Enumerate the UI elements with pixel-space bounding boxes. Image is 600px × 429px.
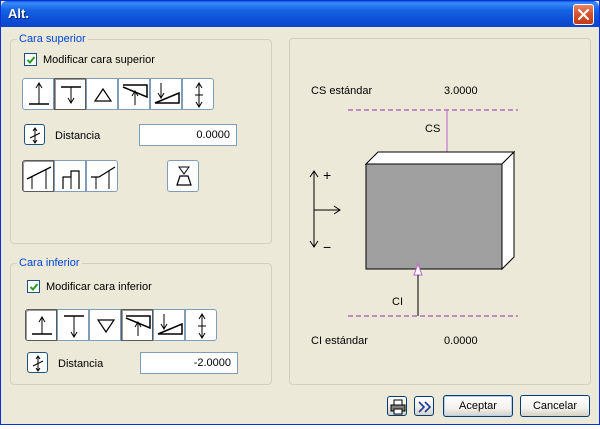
box-side-face xyxy=(501,150,515,271)
top-tool-button-2[interactable] xyxy=(54,78,86,110)
modify-top-face-checkbox-row[interactable]: Modificar cara superior xyxy=(24,53,155,66)
slope-down-icon xyxy=(157,314,183,335)
bottom-tool-button-3[interactable] xyxy=(89,309,121,341)
window-title: Alt. xyxy=(8,6,29,21)
top-distance-button[interactable] xyxy=(24,124,45,145)
partial-slope-icon xyxy=(91,166,116,189)
bottom-distance-button[interactable] xyxy=(27,352,48,373)
axis-minus-sign: − xyxy=(323,239,332,255)
top-tool-button-6[interactable] xyxy=(182,78,214,110)
checkmark-icon xyxy=(29,283,39,291)
title-bar[interactable]: Alt. xyxy=(1,1,599,27)
cs-marker-label: CS xyxy=(425,123,441,135)
triangle-down-icon xyxy=(96,319,116,334)
checkmark-icon xyxy=(26,56,36,64)
up-down-icon xyxy=(198,313,206,339)
modify-bottom-face-checkbox-row[interactable]: Modificar cara inferior xyxy=(27,280,152,293)
top-shape-button-1[interactable] xyxy=(22,160,54,192)
axis-down-arrowhead xyxy=(309,240,319,248)
bottom-tool-button-2[interactable] xyxy=(57,309,89,341)
bottom-distance-label: Distancia xyxy=(58,358,104,370)
ci-marker-label: CI xyxy=(392,296,403,308)
top-face-group: Cara superior Modificar cara superior Di… xyxy=(10,33,272,244)
top-face-group-title: Cara superior xyxy=(17,33,88,45)
bottom-distance-input[interactable]: -2.0000 xyxy=(140,352,238,374)
preview-panel: CS estándar 3.0000 CI estándar 0.0000 CS… xyxy=(289,38,591,385)
triangle-up-icon xyxy=(93,87,113,102)
sloped-roof-icon xyxy=(26,166,52,189)
bottom-face-group: Cara inferior Modificar cara inferior Di… xyxy=(10,257,272,385)
align-top-down-icon xyxy=(61,86,81,104)
close-icon xyxy=(578,9,589,20)
bottom-face-group-title: Cara inferior xyxy=(17,257,82,269)
ci-arrow-head xyxy=(413,262,423,276)
trapezoid-icon xyxy=(176,166,192,186)
distance-up-down-icon xyxy=(32,355,44,372)
top-tool-button-5[interactable] xyxy=(150,78,182,110)
bottom-tool-button-5[interactable] xyxy=(153,309,185,341)
dialog-window: Alt. Cara superior Modificar cara superi… xyxy=(0,0,600,425)
modify-bottom-face-checkbox[interactable] xyxy=(27,280,40,293)
ci-standard-label: CI estándar xyxy=(311,335,368,347)
double-chevron-right-icon xyxy=(418,401,432,413)
top-shape-button-4[interactable] xyxy=(167,160,199,192)
cs-standard-value: 3.0000 xyxy=(444,85,478,97)
top-distance-input[interactable]: 0.0000 xyxy=(139,124,237,146)
axis-right-arrowhead xyxy=(333,205,341,215)
top-shape-button-2[interactable] xyxy=(54,160,86,192)
box-top-face xyxy=(364,151,516,165)
distance-up-down-icon xyxy=(29,127,41,144)
cancel-button[interactable]: Cancelar xyxy=(520,395,590,417)
box-front-face xyxy=(365,163,503,270)
step-roof-icon xyxy=(62,170,80,189)
axis-plus-sign: + xyxy=(323,167,332,183)
slope-down-icon xyxy=(154,83,180,104)
accept-button[interactable]: Aceptar xyxy=(443,395,513,417)
up-down-icon xyxy=(195,82,203,108)
align-bottom-up-icon xyxy=(32,316,52,335)
cs-arrow-head xyxy=(442,153,452,167)
top-tool-button-4[interactable] xyxy=(118,78,150,110)
slope-up-icon xyxy=(122,84,148,105)
bottom-tool-button-6[interactable] xyxy=(185,309,217,341)
axis-up-arrowhead xyxy=(309,170,319,178)
top-distance-label: Distancia xyxy=(55,130,101,142)
slope-up-icon xyxy=(125,315,151,336)
modify-top-face-label: Modificar cara superior xyxy=(43,53,155,66)
printer-icon xyxy=(390,399,406,415)
cs-standard-label: CS estándar xyxy=(311,85,373,97)
ci-standard-value: 0.0000 xyxy=(444,335,478,347)
modify-top-face-checkbox[interactable] xyxy=(24,53,37,66)
align-bottom-down-icon xyxy=(64,315,84,338)
bottom-tool-button-4[interactable] xyxy=(121,309,153,341)
bottom-tool-button-1[interactable] xyxy=(25,309,57,341)
background-strip xyxy=(0,425,600,429)
top-tool-button-3[interactable] xyxy=(86,78,118,110)
top-shape-button-3[interactable] xyxy=(86,160,118,192)
modify-bottom-face-label: Modificar cara inferior xyxy=(46,280,152,293)
expand-button[interactable] xyxy=(414,396,434,416)
print-button[interactable] xyxy=(387,396,407,416)
top-tool-button-1[interactable] xyxy=(22,78,54,110)
align-top-up-icon xyxy=(29,82,49,105)
close-button[interactable] xyxy=(573,4,594,25)
